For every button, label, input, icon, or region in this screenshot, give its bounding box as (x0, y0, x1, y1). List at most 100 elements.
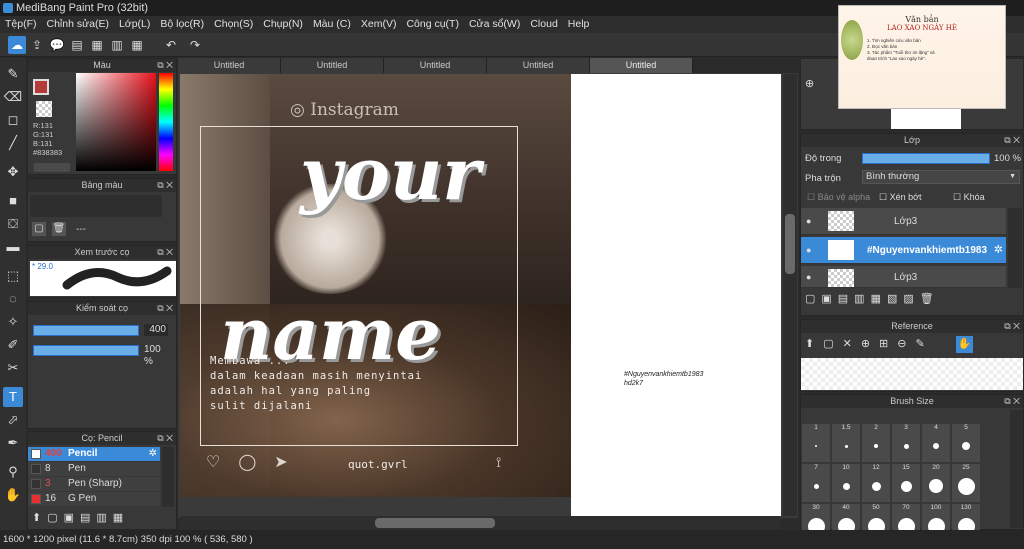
eye-icon[interactable]: ● (806, 272, 811, 282)
text-icon[interactable]: ▤ (68, 36, 86, 54)
brush-size-cell[interactable]: 15 (892, 464, 920, 502)
brush-size-cell[interactable]: 5 (952, 424, 980, 462)
primary-color-swatch[interactable] (33, 79, 49, 95)
menu-window[interactable]: Cửa sổ(W) (464, 16, 525, 33)
brush-row-pencil[interactable]: 400 Pencil ✲ (28, 447, 160, 461)
layer-opacity-slider[interactable] (862, 153, 990, 164)
document-icon[interactable]: ▦ (88, 36, 106, 54)
dot-tool-icon[interactable]: ◻ (3, 110, 23, 130)
panel-controls[interactable]: ⧉ ✕ (1004, 134, 1020, 147)
menu-cloud[interactable]: Cloud (525, 16, 562, 33)
vertical-scrollbar[interactable] (783, 74, 797, 516)
menu-layer[interactable]: Lớp(L) (114, 16, 155, 33)
lasso-icon[interactable]: ◌ (3, 289, 23, 309)
menu-select[interactable]: Chọn(S) (209, 16, 258, 33)
pipette-icon[interactable]: ⚲ (3, 462, 23, 482)
new-palette-icon[interactable]: ▢ (32, 222, 46, 236)
panel-controls[interactable]: ⧉ ✕ (1004, 395, 1020, 408)
brush-size-cell[interactable]: 3 (892, 424, 920, 462)
brush-size-cell[interactable]: 10 (832, 464, 860, 502)
rect-select-icon[interactable]: ⬚ (3, 266, 23, 286)
tab-untitled-3[interactable]: Untitled (384, 58, 487, 73)
redo-icon[interactable]: ↷ (186, 36, 204, 54)
brush-size-cell[interactable]: 2 (862, 424, 890, 462)
select-pen-icon[interactable]: ✐ (3, 335, 23, 355)
lock-checkbox[interactable]: ☐ Khóa (953, 192, 985, 203)
layer-row-2[interactable]: ● #Nguyenvankhiemtb1983 ✲ (801, 237, 1006, 264)
brush-size-cell[interactable]: 20 (922, 464, 950, 502)
scroll-thumb[interactable] (375, 518, 495, 528)
cloud-icon[interactable]: ☁ (8, 36, 26, 54)
canvas-white-page[interactable]: #Nguyenvankhiemtb1983 hd2k7 (571, 74, 781, 516)
menu-tools[interactable]: Công cụ(T) (401, 16, 464, 33)
brush-size-cell[interactable]: 4 (922, 424, 950, 462)
brush-size-cell[interactable]: 7 (802, 464, 830, 502)
brush-list-scrollbar[interactable] (162, 447, 174, 507)
brush-size-cell[interactable]: 1 (802, 424, 830, 462)
gear-icon[interactable]: ✲ (994, 243, 1003, 256)
move-tool-icon[interactable]: ✥ (3, 162, 23, 182)
layer-row-3[interactable]: ● Lớp3 (801, 266, 1006, 288)
opacity-slider[interactable] (33, 345, 139, 356)
tab-untitled-2[interactable]: Untitled (281, 58, 384, 73)
comment-icon[interactable]: 💬 (48, 36, 66, 54)
grid-icon[interactable]: ▥ (108, 36, 126, 54)
horizontal-scrollbar[interactable] (180, 516, 780, 530)
color-mode-buttons[interactable] (34, 163, 70, 172)
layout-icon[interactable]: ▦ (128, 36, 146, 54)
size-value[interactable]: 400 (144, 324, 168, 336)
reference-area[interactable] (801, 358, 1023, 390)
zoom-icon[interactable]: ⊕ (805, 77, 819, 91)
gear-icon[interactable]: ✲ (149, 447, 157, 461)
text-tool-icon[interactable]: T (3, 387, 23, 407)
menu-filter[interactable]: Bộ lọc(R) (155, 16, 209, 33)
palette-swatches[interactable] (30, 195, 162, 217)
dropper-icon[interactable]: ✒ (3, 433, 23, 453)
layer-row-1[interactable]: ● Lớp3 (801, 208, 1006, 235)
secondary-color-swatch[interactable] (36, 101, 52, 117)
panel-controls[interactable]: ⧉ ✕ (157, 246, 173, 259)
gradient-tool-icon[interactable]: ▬ (3, 237, 23, 257)
menu-edit[interactable]: Chỉnh sửa(E) (42, 16, 114, 33)
brush-row-pen-sharp[interactable]: 3 Pen (Sharp) (28, 477, 160, 491)
canvas-image[interactable]: ◎ Instagram your name Membawa ... dalam … (180, 74, 571, 497)
select-eraser-icon[interactable]: ✂ (3, 358, 23, 378)
brush-size-cell[interactable]: 25 (952, 464, 980, 502)
brush-row-g-pen[interactable]: 16 G Pen (28, 492, 160, 506)
panel-controls[interactable]: ⧉ ✕ (157, 179, 173, 192)
menu-view[interactable]: Xem(V) (356, 16, 402, 33)
layer-actions[interactable]: ▢▣▤▥▦▧▨🗑 (805, 292, 940, 305)
menu-help[interactable]: Help (563, 16, 595, 33)
menu-file[interactable]: Tệp(F) (0, 16, 42, 33)
brush-list-actions[interactable]: ⬆▢▣▤▥▦ (32, 511, 129, 524)
brush-size-cell[interactable]: 1.5 (832, 424, 860, 462)
panel-controls[interactable]: ⧉ ✕ (157, 432, 173, 445)
saturation-value-picker[interactable] (76, 73, 156, 171)
hand-icon[interactable]: ✋ (956, 336, 973, 353)
panel-controls[interactable]: ⧉ ✕ (157, 302, 173, 315)
brush-size-cell[interactable]: 12 (862, 464, 890, 502)
magic-wand-icon[interactable]: ✧ (3, 312, 23, 332)
clipping-checkbox[interactable]: ☐ Xén bớt (879, 192, 922, 203)
layer-scrollbar[interactable] (1008, 208, 1022, 288)
rectangle-fill-icon[interactable]: ■ (3, 191, 23, 211)
size-slider[interactable] (33, 325, 139, 336)
eraser-tool-icon[interactable]: ⌫ (3, 87, 23, 107)
reference-toolbar[interactable]: ⬆▢✕⊕⊞⊖✎ (805, 337, 934, 350)
brush-row-pen[interactable]: 8 Pen (28, 462, 160, 476)
hand-tool-icon[interactable]: ✋ (3, 485, 23, 505)
panel-controls[interactable]: ⧉ ✕ (157, 59, 173, 72)
protect-alpha-checkbox[interactable]: ☐ Bảo vệ alpha (807, 192, 870, 203)
fill-line-tool-icon[interactable]: ╱ (3, 133, 23, 153)
bucket-tool-icon[interactable]: ⛋ (3, 214, 23, 234)
tab-untitled-4[interactable]: Untitled (487, 58, 590, 73)
hue-slider[interactable] (159, 73, 173, 171)
scroll-thumb[interactable] (785, 214, 795, 274)
brush-tool-icon[interactable]: ✎ (3, 64, 23, 84)
menu-color[interactable]: Màu (C) (308, 16, 356, 33)
blend-mode-select[interactable]: Bình thường ▼ (862, 170, 1020, 184)
operation-tool-icon[interactable]: ⬀ (3, 410, 23, 430)
undo-icon[interactable]: ↶ (162, 36, 180, 54)
trash-icon[interactable]: 🗑 (52, 222, 66, 236)
menu-snap[interactable]: Chụp(N) (258, 16, 308, 33)
